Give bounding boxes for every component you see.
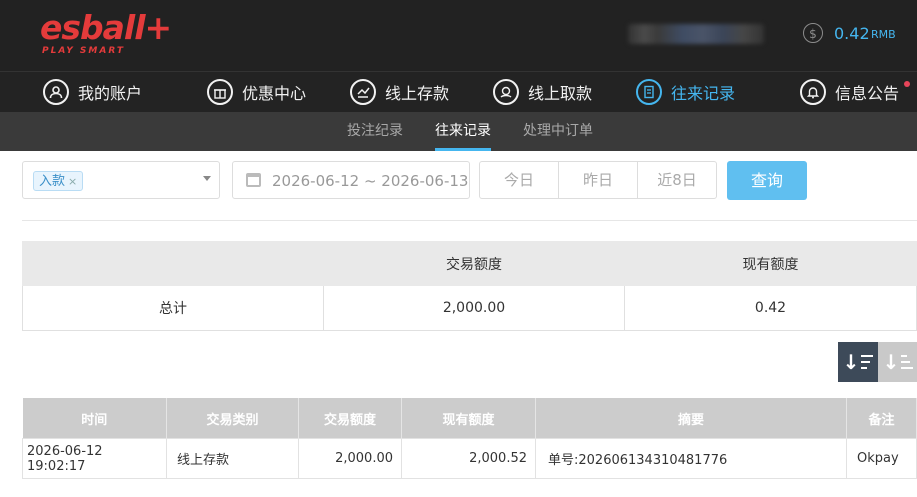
column-header-summary[interactable]: 摘要: [535, 398, 847, 439]
cell-balance: 2,000.52: [401, 438, 536, 479]
table-row: 2026-06-12 19:02:17 线上存款 2,000.00 2,000.…: [22, 438, 917, 479]
bell-icon: [800, 79, 826, 105]
divider: [22, 220, 917, 221]
close-icon[interactable]: ×: [68, 175, 77, 188]
summary-header-amount: 交易额度: [323, 241, 625, 286]
balance-value: 0.42: [834, 24, 870, 43]
column-header-note[interactable]: 备注: [846, 398, 917, 439]
logo[interactable]: esball+ PLAY SMART: [40, 10, 172, 58]
nav-announcements[interactable]: 信息公告: [800, 72, 899, 112]
tab-pending-orders[interactable]: 处理中订单: [523, 112, 593, 151]
top-bar: esball+ PLAY SMART $ 0.42 RMB: [0, 0, 917, 71]
date-range-value: 2026-06-12 ~ 2026-06-13: [272, 172, 469, 190]
sub-nav: 投注纪录 往来记录 处理中订单: [0, 112, 917, 151]
tab-bet-records[interactable]: 投注纪录: [347, 112, 403, 151]
user-icon: [43, 79, 69, 105]
summary-total-amount: 2,000.00: [323, 285, 625, 331]
records-icon: [636, 79, 662, 105]
nav-label: 我的账户: [78, 84, 143, 103]
query-button[interactable]: 查询: [727, 161, 807, 200]
summary-total-balance: 0.42: [624, 285, 917, 331]
gift-icon: [207, 79, 233, 105]
withdraw-icon: [493, 79, 519, 105]
date-range-picker[interactable]: 2026-06-12 ~ 2026-06-13: [232, 161, 470, 199]
cell-amount: 2,000.00: [298, 438, 402, 479]
sort-asc-button[interactable]: ↓: [878, 342, 917, 382]
username-blurred: [628, 24, 764, 44]
cell-type: 线上存款: [166, 438, 299, 479]
column-header-time[interactable]: 时间: [22, 398, 167, 439]
balance-unit: RMB: [871, 28, 896, 41]
nav-label: 线上存款: [385, 84, 450, 103]
dollar-icon: $: [803, 23, 823, 43]
transactions-table: 时间 交易类别 交易额度 现有额度 摘要 备注 2026-06-12 19:02…: [22, 398, 917, 479]
chevron-down-icon[interactable]: [203, 176, 211, 181]
cell-time: 2026-06-12 19:02:17: [22, 438, 167, 479]
column-header-type[interactable]: 交易类别: [166, 398, 299, 439]
tag-label: 入款: [39, 174, 66, 189]
column-header-amount[interactable]: 交易额度: [298, 398, 402, 439]
summary-total-label: 总计: [22, 285, 324, 331]
summary-table: 交易额度 现有额度 总计 2,000.00 0.42: [22, 241, 917, 331]
sort-desc-button[interactable]: ↓: [838, 342, 878, 382]
logo-text: esball+: [40, 8, 172, 47]
quick-date-buttons: 今日 昨日 近8日: [479, 161, 717, 199]
nav-label: 往来记录: [671, 84, 736, 103]
transaction-type-select[interactable]: 入款 ×: [22, 161, 220, 199]
notification-dot: [904, 81, 910, 87]
today-button[interactable]: 今日: [480, 162, 559, 198]
nav-online-deposit[interactable]: 线上存款: [350, 72, 449, 112]
nav-online-withdraw[interactable]: 线上取款: [493, 72, 592, 112]
nav-transaction-records[interactable]: 往来记录: [636, 72, 735, 112]
cell-summary: 单号:202606134310481776: [535, 438, 847, 479]
main-nav: 我的账户 优惠中心 线上存款 线上取款 往来记录 信息公告: [0, 71, 917, 113]
logo-tagline: PLAY SMART: [42, 46, 125, 56]
calendar-icon: [246, 173, 261, 187]
summary-header-balance: 现有额度: [624, 241, 917, 286]
last-8-days-button[interactable]: 近8日: [638, 162, 716, 198]
yesterday-button[interactable]: 昨日: [559, 162, 638, 198]
selected-type-tag[interactable]: 入款 ×: [33, 171, 84, 191]
summary-header-empty: [22, 241, 324, 286]
sort-desc-icon: ↓: [842, 350, 860, 374]
nav-label: 信息公告: [835, 84, 900, 103]
sort-asc-icon: ↓: [882, 350, 900, 374]
nav-promotions[interactable]: 优惠中心: [207, 72, 306, 112]
nav-label: 线上取款: [528, 84, 593, 103]
column-header-balance[interactable]: 现有额度: [401, 398, 536, 439]
tab-transaction-records[interactable]: 往来记录: [435, 112, 491, 151]
cell-note: Okpay: [846, 438, 917, 479]
nav-my-account[interactable]: 我的账户: [43, 72, 142, 112]
deposit-icon: [350, 79, 376, 105]
nav-label: 优惠中心: [242, 84, 307, 103]
